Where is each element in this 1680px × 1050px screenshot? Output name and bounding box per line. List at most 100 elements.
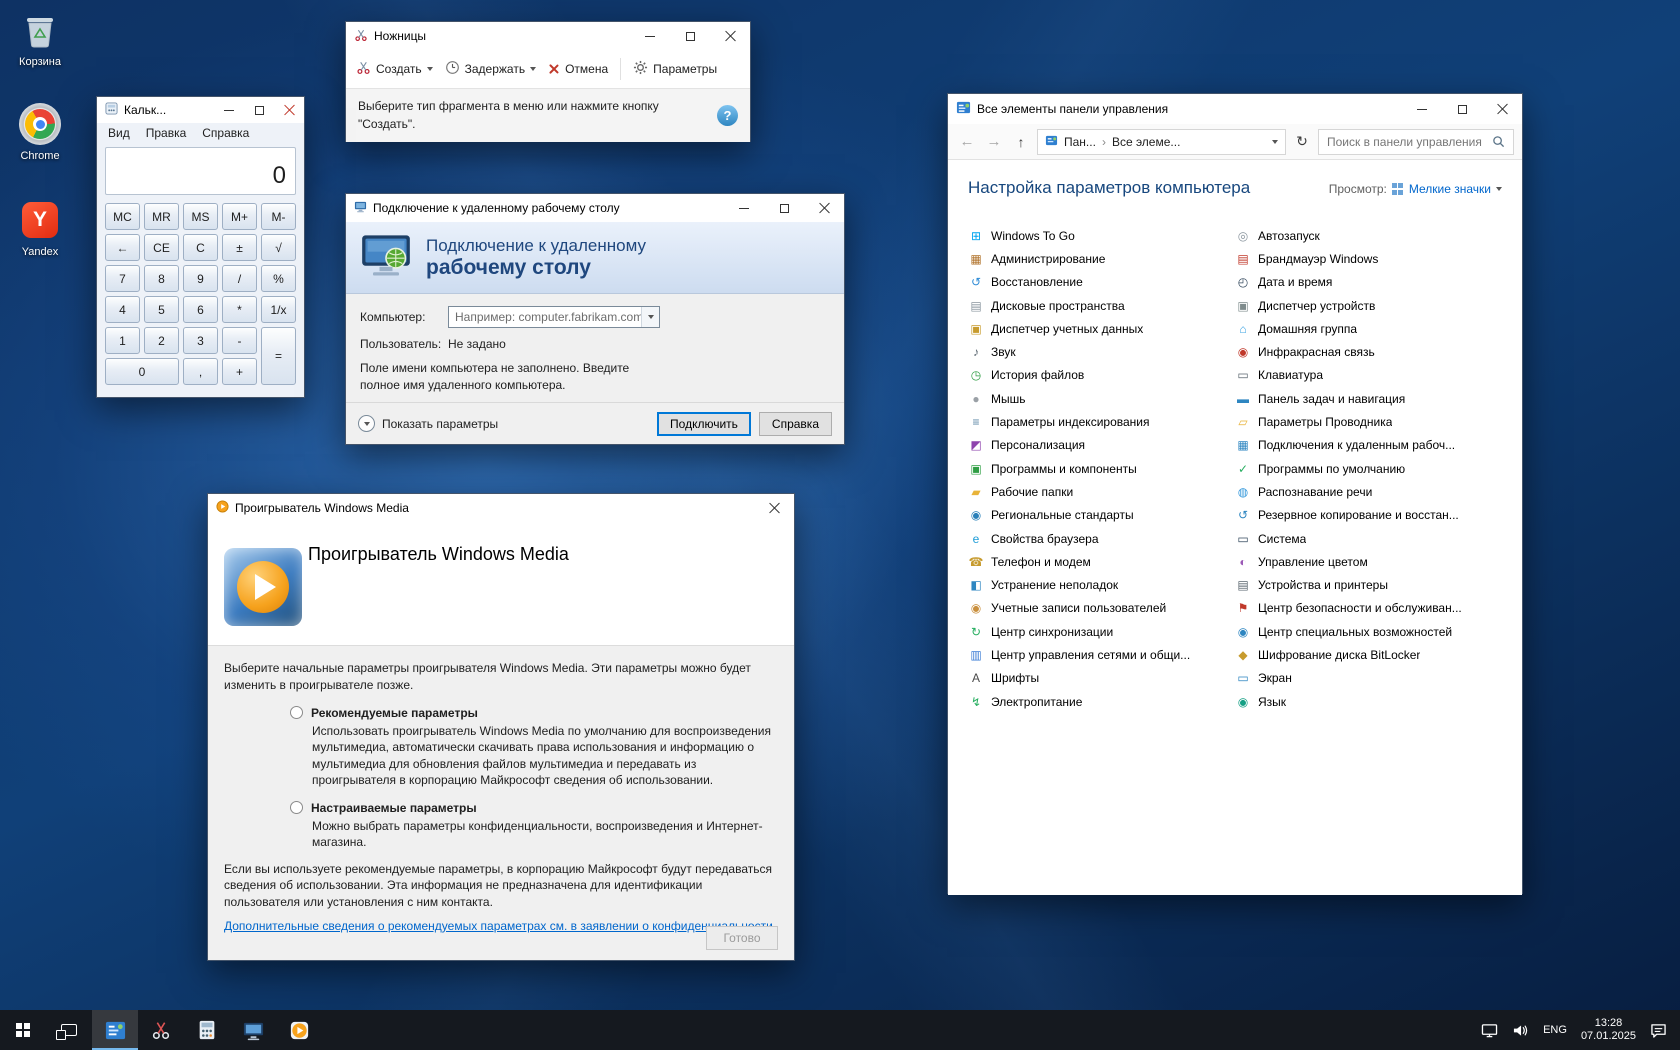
show-options-toggle[interactable]: Показать параметры	[358, 415, 498, 432]
maximize-button[interactable]	[670, 22, 710, 50]
help-button[interactable]: ?	[717, 105, 738, 126]
control-panel-item[interactable]: ◐Управление цветом	[1235, 550, 1502, 573]
recommended-settings-option[interactable]: Рекомендуемые параметры	[290, 706, 778, 720]
control-panel-item[interactable]: ▣Программы и компоненты	[968, 457, 1235, 480]
up-button[interactable]: ↑	[1010, 134, 1032, 150]
menu-view[interactable]: Вид	[101, 125, 137, 141]
connect-button[interactable]: Подключить	[657, 412, 751, 436]
control-panel-item[interactable]: ⚑Центр безопасности и обслуживан...	[1235, 597, 1502, 620]
calc-button-C[interactable]: C	[183, 234, 218, 261]
calc-button-9[interactable]: 9	[183, 265, 218, 292]
calc-button-√[interactable]: √	[261, 234, 296, 261]
rdp-titlebar[interactable]: Подключение к удаленному рабочему столу	[346, 194, 844, 222]
custom-settings-radio[interactable]	[290, 801, 303, 814]
control-panel-item[interactable]: eСвойства браузера	[968, 527, 1235, 550]
control-panel-item[interactable]: ▭Экран	[1235, 667, 1502, 690]
calc-button-←[interactable]: ←	[105, 234, 140, 261]
desktop-icon-recycle-bin[interactable]: Корзина	[4, 8, 76, 68]
control-panel-item[interactable]: ▭Клавиатура	[1235, 364, 1502, 387]
control-panel-item[interactable]: ◴Дата и время	[1235, 271, 1502, 294]
menu-help[interactable]: Справка	[195, 125, 256, 141]
minimize-button[interactable]	[214, 97, 244, 123]
control-panel-item[interactable]: ◆Шифрование диска BitLocker	[1235, 643, 1502, 666]
calc-button-,[interactable]: ,	[183, 358, 218, 385]
view-selector[interactable]: Просмотр: Мелкие значки	[1329, 182, 1502, 196]
calc-button-MC[interactable]: MC	[105, 203, 140, 230]
control-panel-item[interactable]: ▬Панель задач и навигация	[1235, 387, 1502, 410]
chevron-down-icon[interactable]	[1496, 187, 1502, 191]
control-panel-item[interactable]: ▣Диспетчер учетных данных	[968, 317, 1235, 340]
volume-button[interactable]	[1505, 1010, 1536, 1050]
minimize-button[interactable]	[630, 22, 670, 50]
control-panel-item[interactable]: ●Мышь	[968, 387, 1235, 410]
cancel-button[interactable]: Отмена	[548, 62, 608, 76]
close-button[interactable]	[1482, 94, 1522, 124]
action-center-button[interactable]	[1643, 1010, 1674, 1050]
taskbar-app-remote-desktop[interactable]	[230, 1010, 276, 1050]
menu-edit[interactable]: Правка	[139, 125, 194, 141]
calc-button-M+[interactable]: M+	[222, 203, 257, 230]
control-panel-item[interactable]: ◷История файлов	[968, 364, 1235, 387]
create-button[interactable]: Создать	[356, 60, 433, 78]
control-panel-item[interactable]: ▤Устройства и принтеры	[1235, 573, 1502, 596]
control-panel-item[interactable]: ▥Центр управления сетями и общи...	[968, 643, 1235, 666]
control-panel-item[interactable]: ▤Дисковые пространства	[968, 294, 1235, 317]
breadcrumb-current[interactable]: Все элеме...	[1112, 135, 1180, 149]
control-panel-item[interactable]: ↯Электропитание	[968, 690, 1235, 713]
control-panel-item[interactable]: ▤Брандмауэр Windows	[1235, 247, 1502, 270]
minimize-button[interactable]	[724, 194, 764, 222]
control-panel-item[interactable]: ⊞Windows To Go	[968, 224, 1235, 247]
control-panel-item[interactable]: ▣Диспетчер устройств	[1235, 294, 1502, 317]
close-button[interactable]	[274, 97, 304, 123]
calc-button-=[interactable]: =	[261, 327, 296, 385]
control-panel-titlebar[interactable]: Все элементы панели управления	[948, 94, 1522, 124]
control-panel-item[interactable]: ◩Персонализация	[968, 434, 1235, 457]
chevron-down-icon[interactable]	[641, 307, 659, 327]
clock[interactable]: 13:28 07.01.2025	[1574, 1010, 1643, 1050]
forward-button[interactable]: →	[983, 133, 1005, 150]
language-indicator[interactable]: ENG	[1536, 1010, 1574, 1050]
wmp-titlebar[interactable]: Проигрыватель Windows Media	[208, 494, 794, 522]
control-panel-item[interactable]: ▱Параметры Проводника	[1235, 410, 1502, 433]
calc-button-2[interactable]: 2	[144, 327, 179, 354]
privacy-statement-link[interactable]: Дополнительные сведения о рекомендуемых …	[224, 919, 776, 933]
calc-button-MS[interactable]: MS	[183, 203, 218, 230]
calc-button-8[interactable]: 8	[144, 265, 179, 292]
close-button[interactable]	[754, 494, 794, 522]
view-value[interactable]: Мелкие значки	[1409, 182, 1491, 196]
back-button[interactable]: ←	[956, 133, 978, 150]
control-panel-item[interactable]: ◉Региональные стандарты	[968, 504, 1235, 527]
taskbar-app-windows-media-player[interactable]	[276, 1010, 322, 1050]
maximize-button[interactable]	[764, 194, 804, 222]
help-button[interactable]: Справка	[759, 412, 832, 436]
calc-button-3[interactable]: 3	[183, 327, 218, 354]
calc-button-MR[interactable]: MR	[144, 203, 179, 230]
control-panel-item[interactable]: ↺Восстановление	[968, 271, 1235, 294]
desktop-icon-chrome[interactable]: Chrome	[4, 102, 76, 162]
control-panel-item[interactable]: ▦Администрирование	[968, 247, 1235, 270]
control-panel-item[interactable]: ↻Центр синхронизации	[968, 620, 1235, 643]
search-input[interactable]: Поиск в панели управления	[1318, 129, 1514, 155]
close-button[interactable]	[710, 22, 750, 50]
calc-button-1[interactable]: 1	[105, 327, 140, 354]
calc-button-%[interactable]: %	[261, 265, 296, 292]
minimize-button[interactable]	[1402, 94, 1442, 124]
finish-button[interactable]: Готово	[706, 926, 778, 950]
computer-input[interactable]: Например: computer.fabrikam.com	[448, 306, 660, 328]
calc-button-1/x[interactable]: 1/x	[261, 296, 296, 323]
control-panel-item[interactable]: ◉Инфракрасная связь	[1235, 340, 1502, 363]
calc-button-0[interactable]: 0	[105, 358, 179, 385]
calc-button-+[interactable]: +	[222, 358, 257, 385]
start-button[interactable]	[0, 1010, 46, 1050]
control-panel-item[interactable]: ◧Устранение неполадок	[968, 573, 1235, 596]
desktop-icon-yandex[interactable]: Yandex	[4, 198, 76, 258]
control-panel-item[interactable]: ◉Язык	[1235, 690, 1502, 713]
calculator-titlebar[interactable]: Кальк...	[97, 97, 304, 123]
address-dropdown-icon[interactable]	[1272, 140, 1278, 144]
control-panel-item[interactable]: ♪Звук	[968, 340, 1235, 363]
control-panel-item[interactable]: ▰Рабочие папки	[968, 480, 1235, 503]
control-panel-item[interactable]: ✓Программы по умолчанию	[1235, 457, 1502, 480]
control-panel-item[interactable]: ◎Автозапуск	[1235, 224, 1502, 247]
calc-button-7[interactable]: 7	[105, 265, 140, 292]
refresh-button[interactable]: ↻	[1291, 129, 1313, 155]
